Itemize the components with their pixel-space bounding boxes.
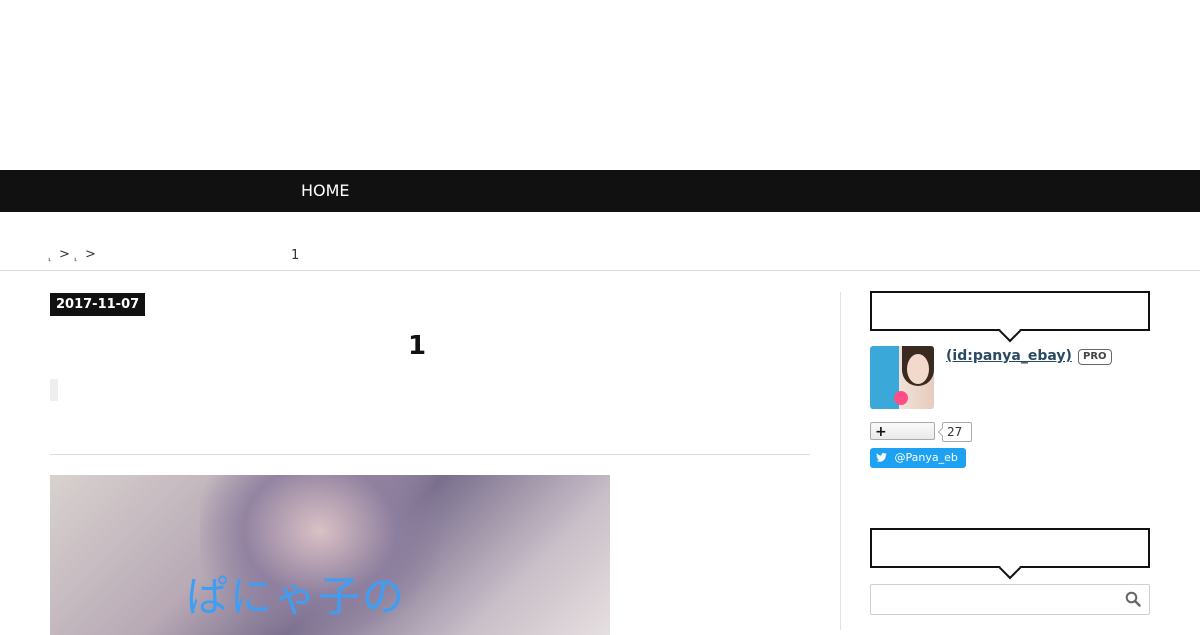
breadcrumb-current: 1 [291, 248, 300, 263]
divider [50, 454, 810, 455]
avatar-face [907, 354, 929, 384]
divider [0, 270, 1200, 271]
entry-date[interactable]: 2017-11-07 [50, 293, 146, 316]
breadcrumb-separator: > [59, 247, 70, 262]
profile-widget-title [870, 291, 1150, 343]
eyecatch-text: ぱにゃ子の [186, 572, 407, 621]
widget-title-notch [998, 319, 1022, 343]
twitter-handle: @Panya_eb [894, 451, 958, 464]
widget-title-notch [998, 556, 1022, 580]
eyecatch-image: ぱにゃ子の [50, 475, 610, 635]
blog-header [0, 0, 1200, 170]
search-widget-title [870, 528, 1150, 580]
nav-home-link[interactable]: HOME [301, 181, 350, 201]
entry-title[interactable]: 1 [408, 330, 426, 362]
search-icon[interactable] [1125, 591, 1141, 607]
follow-button[interactable]: + [870, 422, 935, 440]
global-nav: HOME [0, 170, 1200, 212]
profile-id-link[interactable]: (id:panya_ebay) [946, 348, 1072, 364]
breadcrumb: ⸤ > ⸤ > 1 [48, 247, 308, 265]
breadcrumb-category-link[interactable]: ⸤ [74, 253, 78, 263]
twitter-bird-icon [876, 451, 891, 464]
pro-badge[interactable]: PRO [1078, 349, 1112, 365]
breadcrumb-separator: > [85, 247, 96, 262]
breadcrumb-home-link[interactable]: ⸤ [48, 253, 52, 263]
plus-icon: + [875, 424, 887, 440]
column-divider [840, 292, 841, 630]
avatar-badge [894, 391, 908, 405]
twitter-follow-button[interactable]: @Panya_eb [870, 448, 966, 468]
share-buttons[interactable] [50, 379, 58, 401]
follower-count[interactable]: 27 [942, 422, 972, 442]
search-input[interactable] [870, 584, 1150, 615]
avatar[interactable] [870, 346, 934, 409]
